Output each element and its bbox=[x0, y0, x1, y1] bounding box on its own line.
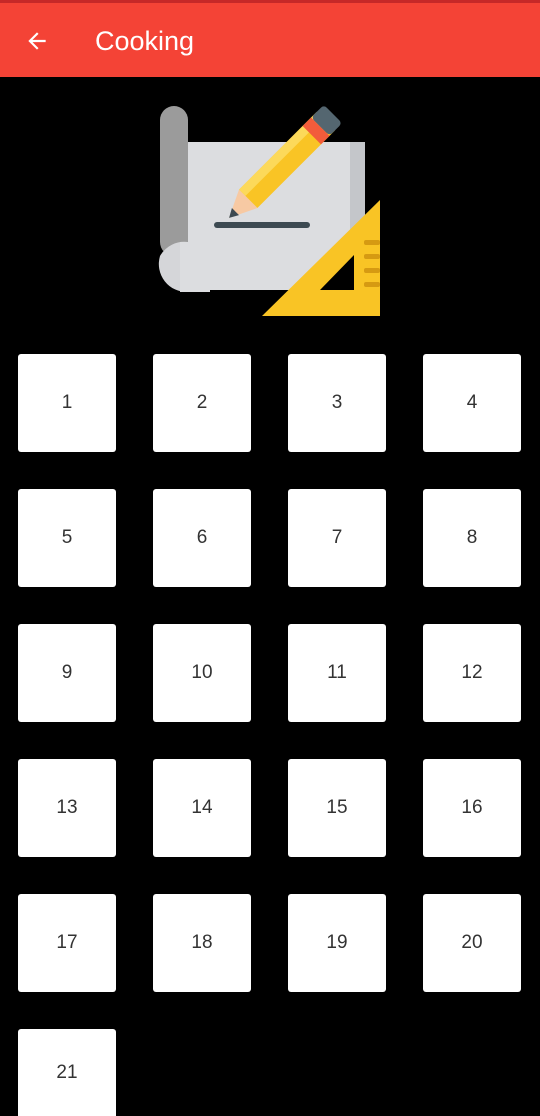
level-tile-21[interactable]: 21 bbox=[18, 1029, 116, 1116]
level-tile-6[interactable]: 6 bbox=[153, 489, 251, 587]
level-tile-7[interactable]: 7 bbox=[288, 489, 386, 587]
blueprint-pencil-ruler-icon bbox=[158, 106, 380, 316]
level-tile-10[interactable]: 10 bbox=[153, 624, 251, 722]
level-tile-4[interactable]: 4 bbox=[423, 354, 521, 452]
level-tile-9[interactable]: 9 bbox=[18, 624, 116, 722]
level-tile-14[interactable]: 14 bbox=[153, 759, 251, 857]
level-tile-3[interactable]: 3 bbox=[288, 354, 386, 452]
level-tile-18[interactable]: 18 bbox=[153, 894, 251, 992]
arrow-left-icon bbox=[28, 32, 46, 50]
level-tile-11[interactable]: 11 bbox=[288, 624, 386, 722]
app-bar: Cooking bbox=[0, 0, 540, 77]
level-tile-19[interactable]: 19 bbox=[288, 894, 386, 992]
level-tile-12[interactable]: 12 bbox=[423, 624, 521, 722]
back-button[interactable] bbox=[17, 21, 57, 61]
level-tile-15[interactable]: 15 bbox=[288, 759, 386, 857]
level-tile-1[interactable]: 1 bbox=[18, 354, 116, 452]
page-title: Cooking bbox=[95, 26, 195, 56]
level-tile-8[interactable]: 8 bbox=[423, 489, 521, 587]
level-tile-2[interactable]: 2 bbox=[153, 354, 251, 452]
level-tile-16[interactable]: 16 bbox=[423, 759, 521, 857]
level-tile-17[interactable]: 17 bbox=[18, 894, 116, 992]
level-tile-5[interactable]: 5 bbox=[18, 489, 116, 587]
level-tile-13[interactable]: 13 bbox=[18, 759, 116, 857]
level-tile-20[interactable]: 20 bbox=[423, 894, 521, 992]
